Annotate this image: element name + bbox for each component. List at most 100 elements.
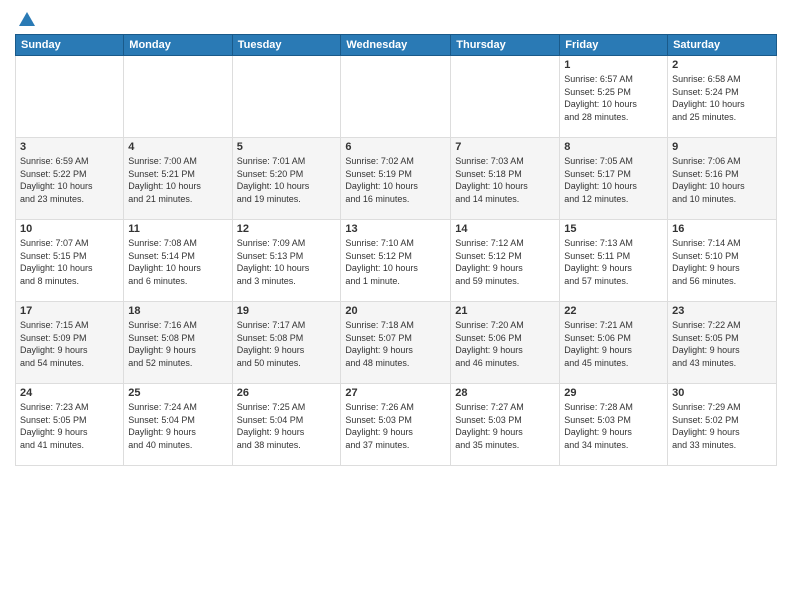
calendar-day-header: Wednesday: [341, 35, 451, 56]
day-info: Sunrise: 7:09 AM Sunset: 5:13 PM Dayligh…: [237, 237, 337, 287]
calendar-day-header: Thursday: [451, 35, 560, 56]
calendar-day-cell: [451, 56, 560, 138]
day-number: 18: [128, 305, 227, 317]
day-number: 16: [672, 223, 772, 235]
calendar-week-row: 24 Sunrise: 7:23 AM Sunset: 5:05 PM Dayli…: [16, 384, 777, 466]
calendar-day-header: Monday: [124, 35, 232, 56]
calendar-day-cell: 17 Sunrise: 7:15 AM Sunset: 5:09 PM Dayli…: [16, 302, 124, 384]
calendar-day-cell: 23 Sunrise: 7:22 AM Sunset: 5:05 PM Dayli…: [668, 302, 777, 384]
day-number: 17: [20, 305, 119, 317]
day-info: Sunrise: 7:07 AM Sunset: 5:15 PM Dayligh…: [20, 237, 119, 287]
calendar-day-cell: 2 Sunrise: 6:58 AM Sunset: 5:24 PM Daylig…: [668, 56, 777, 138]
day-number: 26: [237, 387, 337, 399]
day-number: 1: [564, 59, 663, 71]
calendar-day-cell: 24 Sunrise: 7:23 AM Sunset: 5:05 PM Dayli…: [16, 384, 124, 466]
day-number: 11: [128, 223, 227, 235]
calendar-day-header: Saturday: [668, 35, 777, 56]
calendar-day-cell: 21 Sunrise: 7:20 AM Sunset: 5:06 PM Dayli…: [451, 302, 560, 384]
day-info: Sunrise: 7:12 AM Sunset: 5:12 PM Dayligh…: [455, 237, 555, 287]
calendar-week-row: 10 Sunrise: 7:07 AM Sunset: 5:15 PM Dayli…: [16, 220, 777, 302]
calendar-day-cell: 14 Sunrise: 7:12 AM Sunset: 5:12 PM Dayli…: [451, 220, 560, 302]
calendar-day-cell: 22 Sunrise: 7:21 AM Sunset: 5:06 PM Dayli…: [560, 302, 668, 384]
day-info: Sunrise: 6:57 AM Sunset: 5:25 PM Dayligh…: [564, 73, 663, 123]
calendar-day-cell: 10 Sunrise: 7:07 AM Sunset: 5:15 PM Dayli…: [16, 220, 124, 302]
day-info: Sunrise: 7:05 AM Sunset: 5:17 PM Dayligh…: [564, 155, 663, 205]
calendar-day-cell: [341, 56, 451, 138]
calendar-week-row: 17 Sunrise: 7:15 AM Sunset: 5:09 PM Dayli…: [16, 302, 777, 384]
calendar-day-cell: 18Sunrise: 7:16 AM Sunset: 5:08 PM Dayli…: [124, 302, 232, 384]
day-number: 4: [128, 141, 227, 153]
day-number: 7: [455, 141, 555, 153]
day-info: Sunrise: 7:18 AM Sunset: 5:07 PM Dayligh…: [345, 319, 446, 369]
day-info: Sunrise: 7:20 AM Sunset: 5:06 PM Dayligh…: [455, 319, 555, 369]
logo: [15, 10, 37, 26]
calendar-day-cell: 29 Sunrise: 7:28 AM Sunset: 5:03 PM Dayli…: [560, 384, 668, 466]
calendar-day-cell: 12 Sunrise: 7:09 AM Sunset: 5:13 PM Dayli…: [232, 220, 341, 302]
day-info: Sunrise: 7:01 AM Sunset: 5:20 PM Dayligh…: [237, 155, 337, 205]
calendar-day-cell: [232, 56, 341, 138]
calendar-day-cell: [124, 56, 232, 138]
day-number: 27: [345, 387, 446, 399]
day-info: Sunrise: 7:29 AM Sunset: 5:02 PM Dayligh…: [672, 401, 772, 451]
day-number: 8: [564, 141, 663, 153]
day-info: Sunrise: 7:08 AM Sunset: 5:14 PM Dayligh…: [128, 237, 227, 287]
day-info: Sunrise: 7:06 AM Sunset: 5:16 PM Dayligh…: [672, 155, 772, 205]
day-number: 14: [455, 223, 555, 235]
day-info: Sunrise: 7:24 AM Sunset: 5:04 PM Dayligh…: [128, 401, 227, 451]
calendar-day-cell: 1 Sunrise: 6:57 AM Sunset: 5:25 PM Daylig…: [560, 56, 668, 138]
day-info: Sunrise: 7:03 AM Sunset: 5:18 PM Dayligh…: [455, 155, 555, 205]
day-number: 20: [345, 305, 446, 317]
logo-icon: [17, 10, 37, 30]
calendar-day-cell: 30 Sunrise: 7:29 AM Sunset: 5:02 PM Dayli…: [668, 384, 777, 466]
calendar-day-cell: 4 Sunrise: 7:00 AM Sunset: 5:21 PM Daylig…: [124, 138, 232, 220]
calendar-week-row: 1 Sunrise: 6:57 AM Sunset: 5:25 PM Daylig…: [16, 56, 777, 138]
calendar-day-cell: 7 Sunrise: 7:03 AM Sunset: 5:18 PM Daylig…: [451, 138, 560, 220]
day-number: 10: [20, 223, 119, 235]
day-number: 24: [20, 387, 119, 399]
day-number: 12: [237, 223, 337, 235]
calendar-day-cell: 13Sunrise: 7:10 AM Sunset: 5:12 PM Dayli…: [341, 220, 451, 302]
day-number: 9: [672, 141, 772, 153]
day-number: 21: [455, 305, 555, 317]
calendar-day-cell: 11 Sunrise: 7:08 AM Sunset: 5:14 PM Dayli…: [124, 220, 232, 302]
calendar-table: SundayMondayTuesdayWednesdayThursdayFrid…: [15, 34, 777, 466]
day-number: 3: [20, 141, 119, 153]
day-number: 22: [564, 305, 663, 317]
day-info: Sunrise: 7:21 AM Sunset: 5:06 PM Dayligh…: [564, 319, 663, 369]
calendar-day-cell: 15Sunrise: 7:13 AM Sunset: 5:11 PM Dayli…: [560, 220, 668, 302]
day-info: Sunrise: 7:26 AM Sunset: 5:03 PM Dayligh…: [345, 401, 446, 451]
day-number: 6: [345, 141, 446, 153]
day-info: Sunrise: 7:02 AM Sunset: 5:19 PM Dayligh…: [345, 155, 446, 205]
day-info: Sunrise: 7:28 AM Sunset: 5:03 PM Dayligh…: [564, 401, 663, 451]
day-number: 2: [672, 59, 772, 71]
day-number: 23: [672, 305, 772, 317]
header: [15, 10, 777, 26]
calendar-day-cell: 6 Sunrise: 7:02 AM Sunset: 5:19 PM Daylig…: [341, 138, 451, 220]
day-info: Sunrise: 7:22 AM Sunset: 5:05 PM Dayligh…: [672, 319, 772, 369]
day-number: 15: [564, 223, 663, 235]
day-info: Sunrise: 7:00 AM Sunset: 5:21 PM Dayligh…: [128, 155, 227, 205]
day-number: 13: [345, 223, 446, 235]
calendar-day-cell: 26Sunrise: 7:25 AM Sunset: 5:04 PM Dayli…: [232, 384, 341, 466]
calendar-day-header: Tuesday: [232, 35, 341, 56]
calendar-day-cell: 28Sunrise: 7:27 AM Sunset: 5:03 PM Dayli…: [451, 384, 560, 466]
day-info: Sunrise: 7:15 AM Sunset: 5:09 PM Dayligh…: [20, 319, 119, 369]
day-number: 30: [672, 387, 772, 399]
calendar-day-cell: 27 Sunrise: 7:26 AM Sunset: 5:03 PM Dayli…: [341, 384, 451, 466]
day-number: 28: [455, 387, 555, 399]
day-info: Sunrise: 6:58 AM Sunset: 5:24 PM Dayligh…: [672, 73, 772, 123]
calendar-day-cell: 16Sunrise: 7:14 AM Sunset: 5:10 PM Dayli…: [668, 220, 777, 302]
day-number: 19: [237, 305, 337, 317]
calendar-day-cell: 25 Sunrise: 7:24 AM Sunset: 5:04 PM Dayli…: [124, 384, 232, 466]
calendar-header-row: SundayMondayTuesdayWednesdayThursdayFrid…: [16, 35, 777, 56]
calendar-day-cell: 20 Sunrise: 7:18 AM Sunset: 5:07 PM Dayli…: [341, 302, 451, 384]
calendar-day-cell: 3Sunrise: 6:59 AM Sunset: 5:22 PM Daylig…: [16, 138, 124, 220]
calendar-day-cell: 9 Sunrise: 7:06 AM Sunset: 5:16 PM Daylig…: [668, 138, 777, 220]
calendar-week-row: 3Sunrise: 6:59 AM Sunset: 5:22 PM Daylig…: [16, 138, 777, 220]
day-info: Sunrise: 7:17 AM Sunset: 5:08 PM Dayligh…: [237, 319, 337, 369]
day-info: Sunrise: 7:23 AM Sunset: 5:05 PM Dayligh…: [20, 401, 119, 451]
day-number: 25: [128, 387, 227, 399]
calendar-day-cell: [16, 56, 124, 138]
day-number: 5: [237, 141, 337, 153]
day-number: 29: [564, 387, 663, 399]
